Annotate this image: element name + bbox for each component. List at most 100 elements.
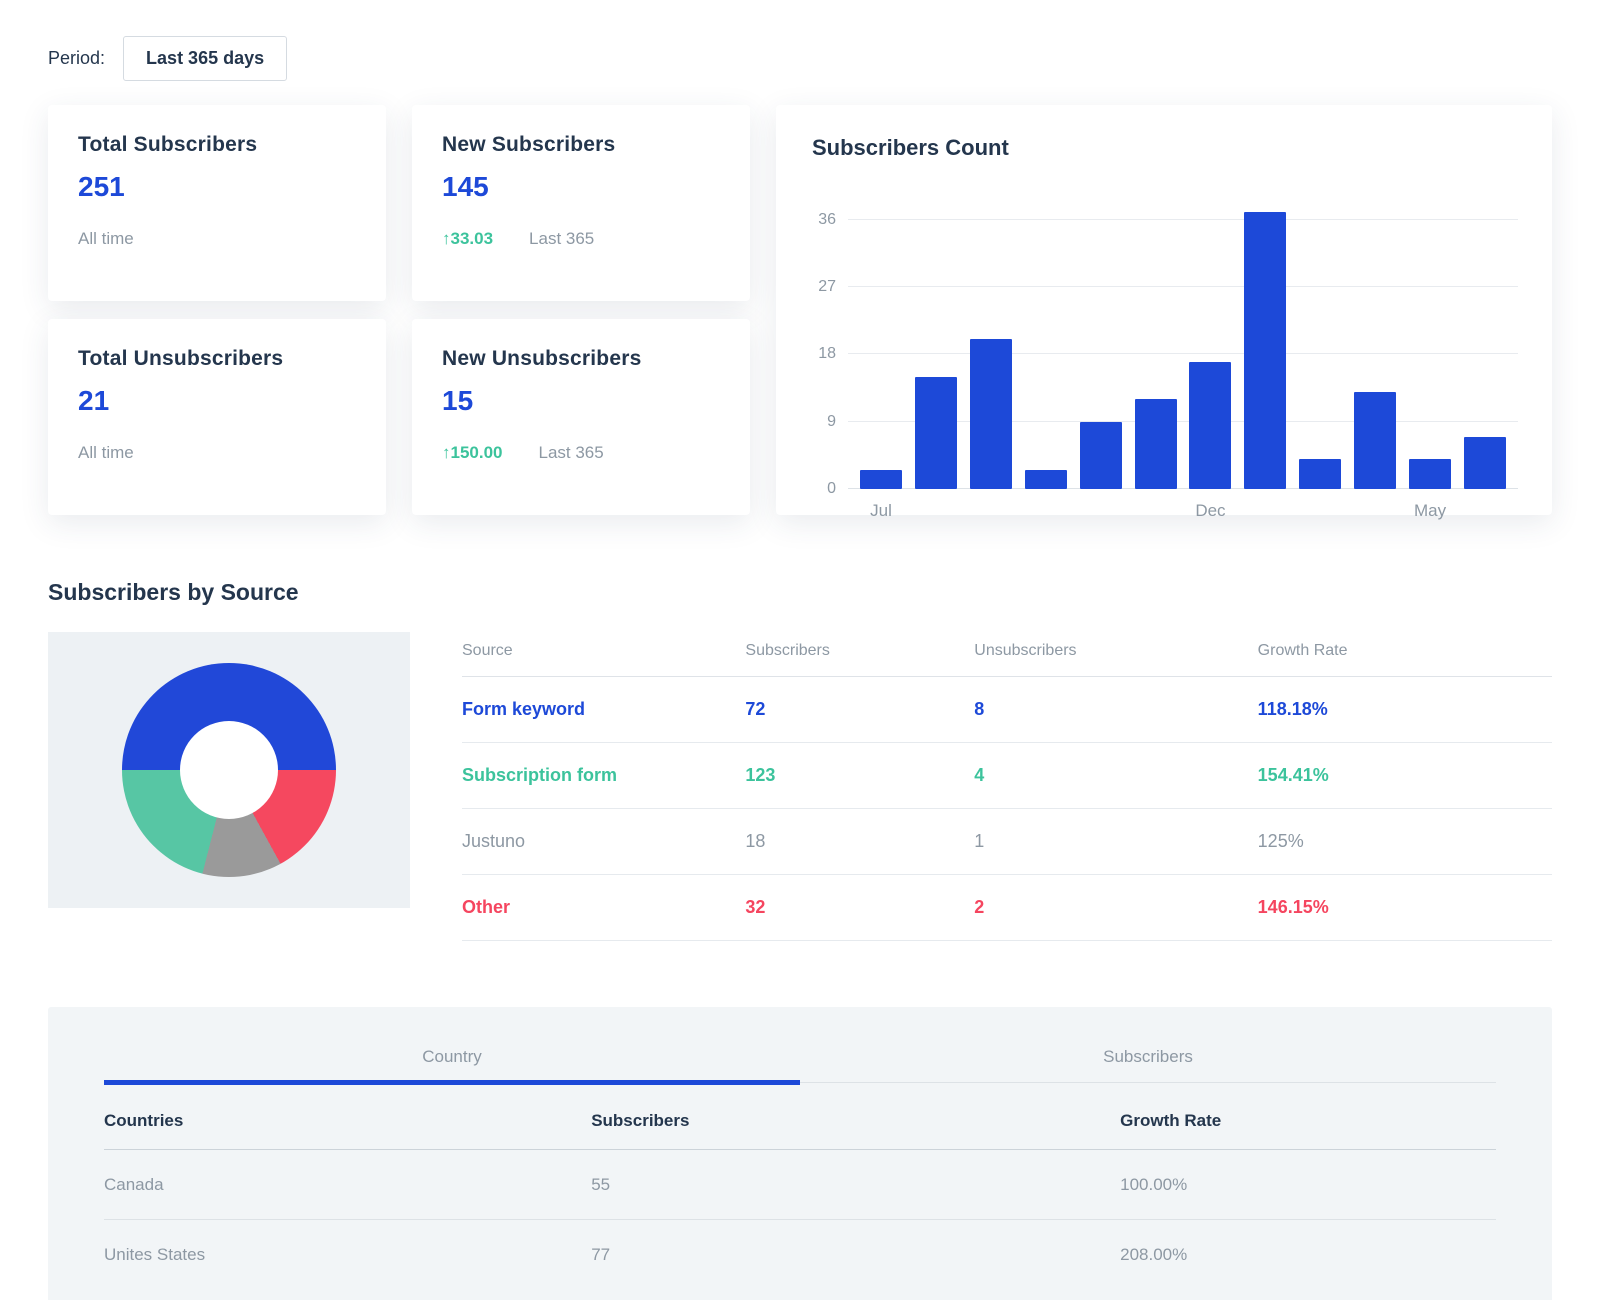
bar [1080, 422, 1122, 489]
bar-column: Dec [1189, 201, 1231, 489]
chart-title: Subscribers Count [812, 135, 1518, 161]
stat-card-new-subscribers: New Subscribers 145 ↑33.03 Last 365 [412, 105, 750, 301]
bar-column [1464, 201, 1506, 489]
country-cell-country: Canada [104, 1175, 591, 1195]
country-table-header: Countries Subscribers Growth Rate [104, 1087, 1496, 1150]
y-tick-label: 18 [818, 345, 836, 363]
bar [1354, 392, 1396, 489]
stat-title: Total Unsubscribers [78, 347, 356, 371]
stat-value: 145 [442, 171, 720, 203]
stat-title: New Subscribers [442, 133, 720, 157]
bar-chart: 09182736 JulDecMay [802, 201, 1518, 489]
source-donut-box [48, 632, 410, 908]
bar-chart-plot: JulDecMay [848, 201, 1518, 489]
source-cell-growth: 125% [1258, 831, 1552, 852]
country-table-row: Unites States77208.00% [104, 1220, 1496, 1290]
source-cell-growth: 118.18% [1258, 699, 1552, 720]
country-tabs: Country Subscribers [104, 1047, 1496, 1085]
bar [970, 339, 1012, 489]
period-row: Period: Last 365 days [48, 36, 1552, 81]
bar-column [1080, 201, 1122, 489]
source-cell-unsubscribers: 2 [974, 897, 1257, 918]
period-select[interactable]: Last 365 days [123, 36, 287, 81]
subscribers-by-source-title: Subscribers by Source [48, 579, 1552, 606]
header-countries: Countries [104, 1111, 591, 1131]
tab-subscribers[interactable]: Subscribers [800, 1047, 1496, 1085]
source-table-body: Form keyword728118.18%Subscription form1… [462, 677, 1552, 941]
stat-delta-row: ↑33.03 Last 365 [442, 229, 720, 249]
country-cell-subscribers: 77 [591, 1245, 1120, 1265]
stat-card-new-unsubscribers: New Unsubscribers 15 ↑150.00 Last 365 [412, 319, 750, 515]
source-table-row: Other322146.15% [462, 875, 1552, 941]
delta-period: Last 365 [539, 443, 604, 463]
top-grid: Total Subscribers 251 All time New Subsc… [48, 105, 1552, 515]
source-cell-source: Subscription form [462, 765, 745, 786]
bar-column [1354, 201, 1396, 489]
stat-subtext: All time [78, 229, 356, 249]
bar-column [1025, 201, 1067, 489]
bar [1409, 459, 1451, 489]
y-tick-label: 9 [827, 413, 836, 431]
header-growth-rate: Growth Rate [1120, 1111, 1496, 1131]
source-cell-source: Justuno [462, 831, 745, 852]
bar-column [915, 201, 957, 489]
source-table-header: Source Subscribers Unsubscribers Growth … [462, 632, 1552, 677]
header-subscribers: Subscribers [745, 642, 974, 660]
bar [1025, 470, 1067, 489]
source-table: Source Subscribers Unsubscribers Growth … [462, 632, 1552, 941]
country-cell-growth: 100.00% [1120, 1175, 1496, 1195]
bar [1135, 399, 1177, 489]
country-cell-country: Unites States [104, 1245, 591, 1265]
header-source: Source [462, 642, 745, 660]
source-cell-unsubscribers: 1 [974, 831, 1257, 852]
bar [1244, 212, 1286, 489]
source-table-row: Justuno181125% [462, 809, 1552, 875]
stat-title: Total Subscribers [78, 133, 356, 157]
subscribers-count-chart-card: Subscribers Count 09182736 JulDecMay [776, 105, 1552, 515]
bar [915, 377, 957, 489]
period-label: Period: [48, 48, 105, 69]
source-cell-source: Form keyword [462, 699, 745, 720]
bar [1189, 362, 1231, 489]
header-unsubscribers: Unsubscribers [974, 642, 1257, 660]
source-table-row: Form keyword728118.18% [462, 677, 1552, 743]
y-tick-label: 36 [818, 211, 836, 229]
source-cell-subscribers: 18 [745, 831, 974, 852]
bar-column [1135, 201, 1177, 489]
source-cell-unsubscribers: 4 [974, 765, 1257, 786]
bar-column: Jul [860, 201, 902, 489]
source-area: Source Subscribers Unsubscribers Growth … [48, 632, 1552, 941]
header-growth-rate: Growth Rate [1258, 642, 1552, 660]
country-table-row: Canada55100.00% [104, 1150, 1496, 1220]
source-cell-subscribers: 123 [745, 765, 974, 786]
source-cell-growth: 154.41% [1258, 765, 1552, 786]
period-value: Last 365 days [146, 48, 264, 68]
bar [860, 470, 902, 489]
country-cell-subscribers: 55 [591, 1175, 1120, 1195]
stat-subtext: All time [78, 443, 356, 463]
y-tick-label: 27 [818, 278, 836, 296]
tab-country[interactable]: Country [104, 1047, 800, 1085]
delta-up-value: ↑33.03 [442, 229, 493, 249]
delta-period: Last 365 [529, 229, 594, 249]
source-cell-source: Other [462, 897, 745, 918]
source-cell-subscribers: 72 [745, 699, 974, 720]
bar [1299, 459, 1341, 489]
x-tick-label: Jul [870, 501, 892, 521]
stat-value: 251 [78, 171, 356, 203]
country-table-body: Canada55100.00%Unites States77208.00% [104, 1150, 1496, 1290]
stat-title: New Unsubscribers [442, 347, 720, 371]
source-cell-subscribers: 32 [745, 897, 974, 918]
x-tick-label: Dec [1195, 501, 1225, 521]
stat-value: 15 [442, 385, 720, 417]
header-subscribers: Subscribers [591, 1111, 1120, 1131]
bar-column [970, 201, 1012, 489]
country-cell-growth: 208.00% [1120, 1245, 1496, 1265]
source-cell-growth: 146.15% [1258, 897, 1552, 918]
source-donut [122, 663, 336, 877]
x-tick-label: May [1414, 501, 1446, 521]
bar-column [1244, 201, 1286, 489]
bar [1464, 437, 1506, 489]
source-cell-unsubscribers: 8 [974, 699, 1257, 720]
source-donut-hole [180, 721, 278, 819]
